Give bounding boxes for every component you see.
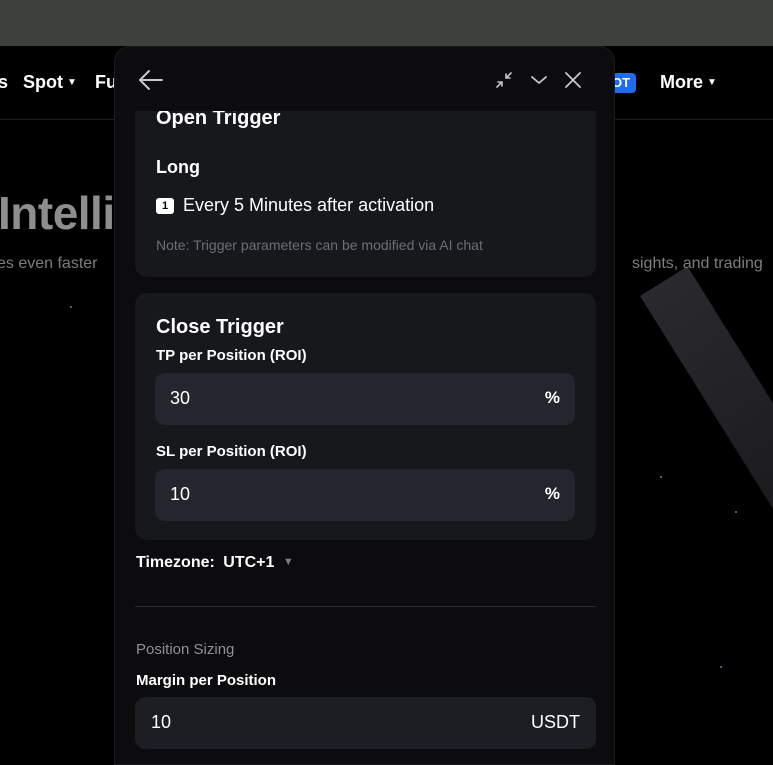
tp-unit: % (544, 388, 560, 407)
margin-input[interactable]: 10 USDT (135, 697, 596, 749)
trigger-direction: Long (156, 157, 200, 177)
open-trigger-card: Open Trigger Long 1 Every 5 Minutes afte… (135, 87, 596, 277)
nav-item-spot[interactable]: Spot ▼ (23, 72, 77, 93)
star-dot (735, 511, 737, 513)
position-sizing-title: Position Sizing (136, 641, 235, 658)
strategy-panel: Open Trigger Long 1 Every 5 Minutes afte… (114, 46, 615, 765)
nav-item-more-label: More (660, 72, 704, 92)
trigger-note: Note: Trigger parameters can be modified… (156, 237, 483, 253)
timezone-label: Timezone: (136, 554, 215, 571)
star-dot (720, 666, 722, 668)
hero-subtitle-left: es even faster (0, 255, 98, 272)
timezone-select[interactable]: UTC+1 ▼ (223, 554, 293, 571)
timezone-row: Timezone: UTC+1 ▼ (136, 554, 294, 572)
caret-down-icon: ▼ (67, 77, 77, 88)
nav-item-partial[interactable]: s (0, 72, 8, 93)
chevron-down-icon[interactable] (526, 67, 552, 93)
section-divider (135, 606, 596, 607)
tp-input[interactable]: 30 % (155, 373, 575, 425)
tp-value: 30 (170, 388, 191, 408)
close-trigger-title: Close Trigger (156, 316, 284, 338)
schedule-index-badge: 1 (156, 198, 174, 214)
sl-input[interactable]: 10 % (155, 469, 575, 521)
nav-item-spot-label: Spot (23, 72, 63, 92)
star-dot (70, 306, 72, 308)
sl-value: 10 (170, 484, 191, 504)
panel-header (115, 47, 614, 111)
hero-title-left: Intelli (0, 187, 115, 239)
sl-unit: % (544, 484, 560, 503)
sl-label: SL per Position (ROI) (156, 443, 307, 460)
star-dot (660, 476, 662, 478)
nav-item-more[interactable]: More ▼ (660, 72, 717, 93)
close-icon[interactable] (560, 67, 586, 93)
tp-label: TP per Position (ROI) (156, 347, 307, 364)
close-trigger-card: Close Trigger TP per Position (ROI) 30 %… (135, 293, 596, 540)
timezone-value: UTC+1 (223, 554, 275, 571)
caret-down-icon: ▼ (282, 556, 294, 568)
caret-down-icon: ▼ (707, 77, 717, 88)
margin-label: Margin per Position (136, 672, 277, 689)
schedule-text: Every 5 Minutes after activation (183, 195, 435, 215)
margin-value: 10 (151, 712, 172, 732)
arrow-left-icon[interactable] (137, 67, 165, 93)
decorative-beam-right (640, 266, 773, 737)
margin-unit: USDT (531, 712, 580, 732)
minimize-arrows-icon[interactable] (491, 67, 517, 93)
os-top-strip (0, 0, 773, 46)
hero-subtitle-right: sights, and trading (632, 255, 763, 272)
